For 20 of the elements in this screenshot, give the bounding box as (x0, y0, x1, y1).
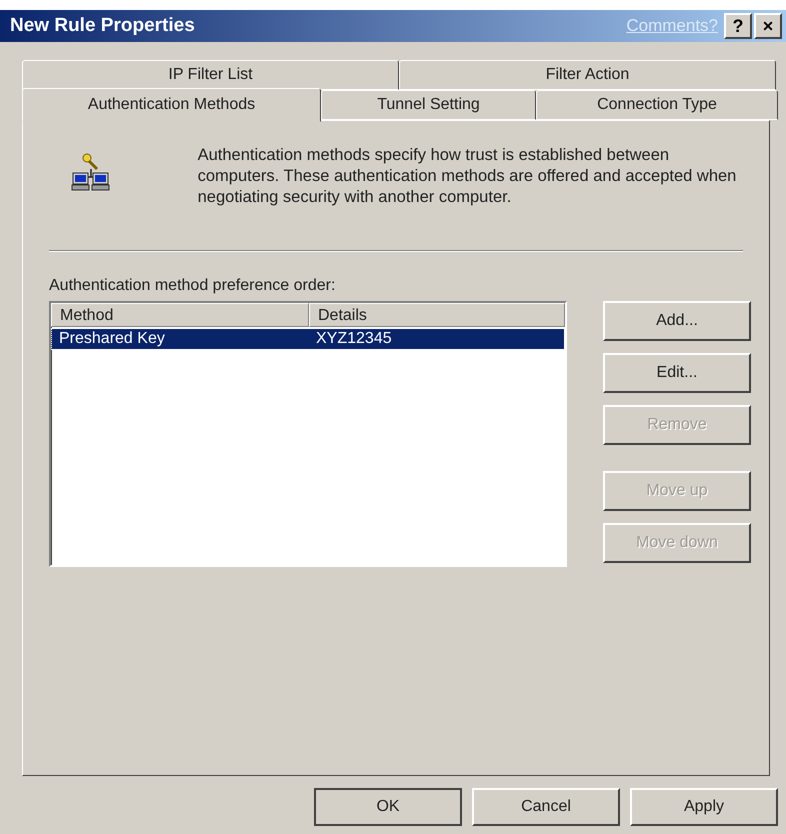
tab[interactable]: Filter Action (399, 60, 776, 90)
list-row[interactable]: Preshared Key XYZ12345 (52, 329, 564, 349)
network-key-icon (71, 153, 111, 193)
tab[interactable]: IP Filter List (22, 60, 399, 90)
tab[interactable]: Tunnel Setting (321, 90, 536, 120)
close-button[interactable]: × (754, 13, 782, 39)
dialog-button[interactable]: Cancel (472, 788, 620, 826)
dialog-button[interactable]: OK (314, 788, 462, 826)
side-button[interactable]: Edit... (603, 353, 751, 393)
description-text: Authentication methods specify how trust is established between computers. These authentication methods are offered and accepted when negotiating security with another computer. (198, 145, 738, 208)
method-list[interactable]: Method Details Preshared Key XYZ12345 (49, 301, 567, 567)
tab[interactable]: Connection Type (536, 90, 778, 120)
column-header[interactable]: Details (309, 303, 565, 327)
help-button[interactable]: ? (724, 13, 752, 39)
dialog-button[interactable]: Apply (630, 788, 778, 826)
tab[interactable]: Authentication Methods (22, 88, 321, 122)
list-label: Authentication method preference order: (49, 277, 336, 295)
window-title: New Rule Properties (10, 15, 196, 37)
side-button[interactable]: Add... (603, 301, 751, 341)
column-header[interactable]: Method (51, 303, 309, 327)
